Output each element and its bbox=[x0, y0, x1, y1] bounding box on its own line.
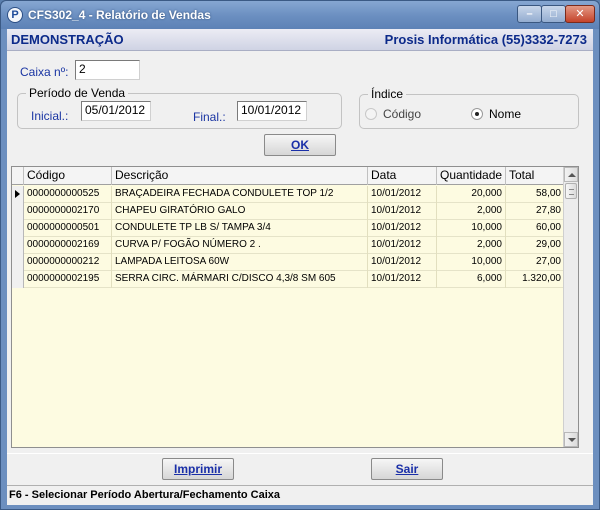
row-indicator bbox=[12, 203, 24, 220]
table-row[interactable]: 0000000002170 CHAPEU GIRATÓRIO GALO 10/01/… bbox=[12, 203, 565, 220]
app-logo-icon: P bbox=[7, 7, 23, 23]
row-indicator bbox=[12, 271, 24, 288]
status-text: F6 - Selecionar Período Abertura/Fechame… bbox=[9, 489, 281, 501]
grid-header: Código Descrição Data Quantidade Total bbox=[12, 167, 565, 185]
cell-data[interactable]: 10/01/2012 bbox=[368, 203, 437, 220]
periodo-title: Período de Venda bbox=[26, 86, 129, 100]
grid-corner bbox=[12, 167, 24, 185]
cell-total[interactable]: 1.320,00 bbox=[506, 271, 565, 288]
cell-total[interactable]: 60,00 bbox=[506, 220, 565, 237]
cell-quantidade[interactable]: 2,000 bbox=[437, 203, 506, 220]
cell-quantidade[interactable]: 6,000 bbox=[437, 271, 506, 288]
scroll-up-icon[interactable] bbox=[564, 167, 578, 182]
inicial-date-input[interactable]: 05/01/2012 bbox=[81, 101, 151, 121]
report-window: P CFS302_4 - Relatório de Vendas – □ ✕ D… bbox=[0, 0, 600, 510]
sales-grid[interactable]: Código Descrição Data Quantidade Total 0… bbox=[11, 166, 579, 448]
table-row[interactable]: 0000000000525 BRAÇADEIRA FECHADA CONDULET… bbox=[12, 186, 565, 203]
cell-quantidade[interactable]: 10,000 bbox=[437, 220, 506, 237]
final-label: Final.: bbox=[193, 110, 226, 124]
cell-descricao[interactable]: SERRA CIRC. MÁRMARI C/DISCO 4,3/8 SM 605 bbox=[112, 271, 368, 288]
cell-quantidade[interactable]: 2,000 bbox=[437, 237, 506, 254]
cell-data[interactable]: 10/01/2012 bbox=[368, 271, 437, 288]
cell-total[interactable]: 27,80 bbox=[506, 203, 565, 220]
cell-total[interactable]: 27,00 bbox=[506, 254, 565, 271]
scroll-thumb[interactable] bbox=[565, 183, 577, 199]
cell-codigo[interactable]: 0000000000212 bbox=[24, 254, 112, 271]
window-title: CFS302_4 - Relatório de Vendas bbox=[28, 8, 211, 22]
cell-codigo[interactable]: 0000000000501 bbox=[24, 220, 112, 237]
table-row[interactable]: 0000000000501 CONDULETE TP LB S/ TAMPA 3/… bbox=[12, 220, 565, 237]
cell-quantidade[interactable]: 20,000 bbox=[437, 186, 506, 203]
cell-codigo[interactable]: 0000000002170 bbox=[24, 203, 112, 220]
radio-nome-label: Nome bbox=[489, 107, 522, 121]
row-indicator bbox=[12, 237, 24, 254]
col-header-descricao[interactable]: Descrição bbox=[112, 167, 368, 185]
col-header-total[interactable]: Total bbox=[506, 167, 565, 185]
radio-codigo-label: Código bbox=[383, 107, 422, 121]
inicial-label: Inicial.: bbox=[31, 109, 69, 123]
minimize-button[interactable]: – bbox=[517, 5, 542, 23]
cell-descricao[interactable]: BRAÇADEIRA FECHADA CONDULETE TOP 1/2 bbox=[112, 186, 368, 203]
title-bar[interactable]: P CFS302_4 - Relatório de Vendas – □ ✕ bbox=[1, 1, 599, 29]
table-row[interactable]: 0000000000212 LAMPADA LEITOSA 60W 10/01/20… bbox=[12, 254, 565, 271]
indice-title: Índice bbox=[368, 87, 407, 101]
sair-button[interactable]: Sair bbox=[371, 458, 443, 480]
status-bar: F6 - Selecionar Período Abertura/Fechame… bbox=[7, 485, 593, 505]
cell-descricao[interactable]: CHAPEU GIRATÓRIO GALO bbox=[112, 203, 368, 220]
close-button[interactable]: ✕ bbox=[565, 5, 595, 23]
demo-label: DEMONSTRAÇÃO bbox=[11, 32, 124, 47]
col-header-quantidade[interactable]: Quantidade bbox=[437, 167, 506, 185]
client-area: DEMONSTRAÇÃO Prosis Informática (55)3332… bbox=[7, 29, 593, 505]
imprimir-button[interactable]: Imprimir bbox=[162, 458, 234, 480]
table-row[interactable]: 0000000002169 CURVA P/ FOGÃO NÚMERO 2 . 10… bbox=[12, 237, 565, 254]
cell-codigo[interactable]: 0000000002195 bbox=[24, 271, 112, 288]
cell-codigo[interactable]: 0000000002169 bbox=[24, 237, 112, 254]
radio-nome[interactable]: Nome bbox=[471, 107, 521, 121]
footer-divider bbox=[7, 453, 593, 454]
row-indicator bbox=[12, 220, 24, 237]
cell-descricao[interactable]: CURVA P/ FOGÃO NÚMERO 2 . bbox=[112, 237, 368, 254]
cell-data[interactable]: 10/01/2012 bbox=[368, 186, 437, 203]
radio-nome-circle bbox=[471, 108, 483, 120]
row-pointer-icon bbox=[12, 186, 24, 203]
cell-total[interactable]: 29,00 bbox=[506, 237, 565, 254]
row-indicator bbox=[12, 254, 24, 271]
cell-descricao[interactable]: LAMPADA LEITOSA 60W bbox=[112, 254, 368, 271]
radio-codigo-circle bbox=[365, 108, 377, 120]
caixa-label: Caixa nº: bbox=[20, 65, 69, 79]
cell-codigo[interactable]: 0000000000525 bbox=[24, 186, 112, 203]
cell-descricao[interactable]: CONDULETE TP LB S/ TAMPA 3/4 bbox=[112, 220, 368, 237]
cell-quantidade[interactable]: 10,000 bbox=[437, 254, 506, 271]
maximize-button[interactable]: □ bbox=[541, 5, 566, 23]
scroll-down-icon[interactable] bbox=[564, 432, 578, 447]
col-header-codigo[interactable]: Código bbox=[24, 167, 112, 185]
cell-data[interactable]: 10/01/2012 bbox=[368, 254, 437, 271]
radio-codigo[interactable]: Código bbox=[365, 107, 421, 121]
ok-button[interactable]: OK bbox=[264, 134, 336, 156]
table-row[interactable]: 0000000002195 SERRA CIRC. MÁRMARI C/DISCO… bbox=[12, 271, 565, 288]
cell-total[interactable]: 58,00 bbox=[506, 186, 565, 203]
demo-banner: DEMONSTRAÇÃO Prosis Informática (55)3332… bbox=[7, 29, 593, 51]
col-header-data[interactable]: Data bbox=[368, 167, 437, 185]
caixa-input[interactable]: 2 bbox=[75, 60, 140, 80]
cell-data[interactable]: 10/01/2012 bbox=[368, 237, 437, 254]
company-contact: Prosis Informática (55)3332-7273 bbox=[384, 32, 587, 47]
cell-data[interactable]: 10/01/2012 bbox=[368, 220, 437, 237]
vertical-scrollbar[interactable] bbox=[563, 167, 578, 447]
final-date-input[interactable]: 10/01/2012 bbox=[237, 101, 307, 121]
